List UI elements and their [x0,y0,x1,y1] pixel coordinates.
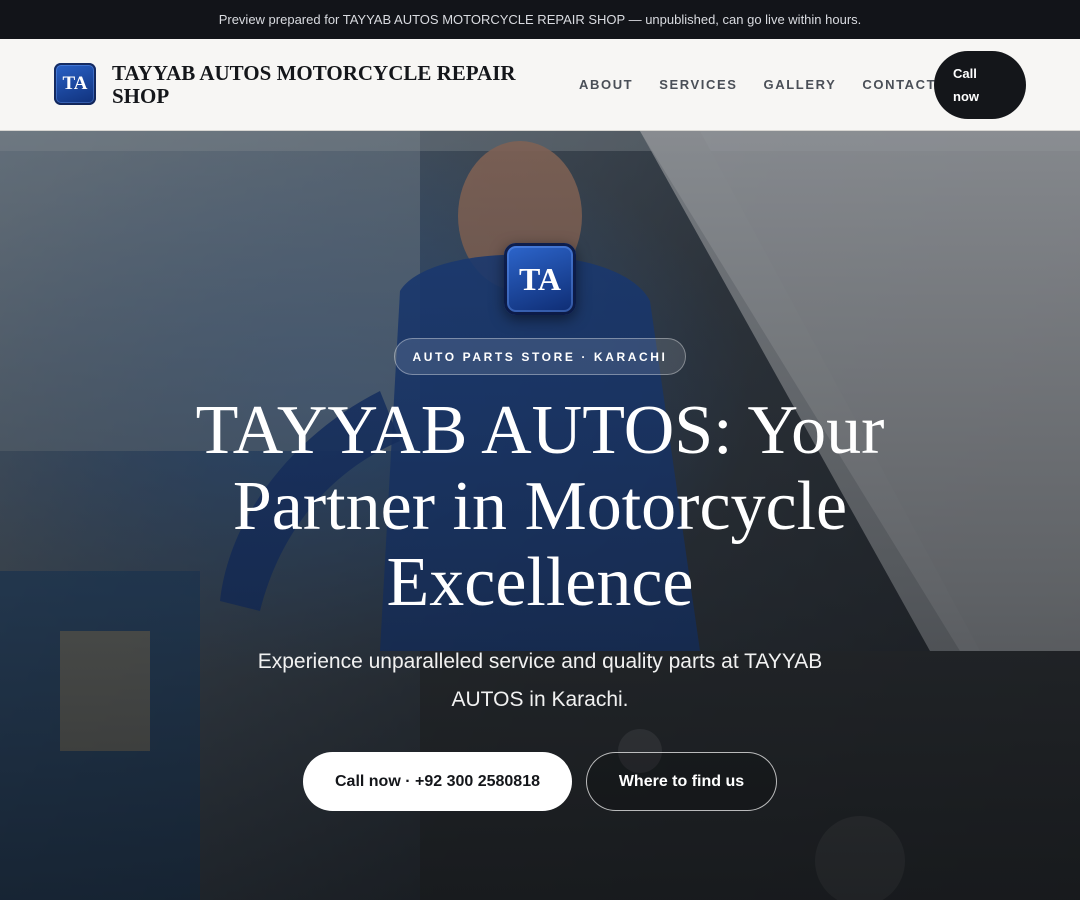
main-nav: ABOUT SERVICES GALLERY CONTACT [579,77,936,92]
hero-title: TAYYAB AUTOS: Your Partner in Motorcycle… [195,392,885,621]
category-badge: AUTO PARTS STORE · KARACHI [394,338,686,375]
where-to-find-us-button[interactable]: Where to find us [586,752,777,811]
header-call-button[interactable]: Call now [934,51,1026,119]
preview-banner-text: Preview prepared for TAYYAB AUTOS MOTORC… [218,12,862,27]
nav-services[interactable]: SERVICES [659,77,737,92]
header-call-label-line2: now [953,89,979,104]
brand-logo-initials: TA [62,73,88,94]
hero-logo-initials: TA [518,260,562,297]
hero-section: TA AUTO PARTS STORE · KARACHI TAYYAB AUT… [0,131,1080,900]
call-now-button[interactable]: Call now · +92 300 2580818 [303,752,572,811]
hero-logo: TA [504,243,576,315]
where-to-find-us-label: Where to find us [618,772,745,790]
site-header: TA TAYYAB AUTOS MOTORCYCLE REPAIR SHOP A… [0,39,1080,131]
category-badge-text: AUTO PARTS STORE · KARACHI [412,349,668,364]
hero-subtitle: Experience unparalleled service and qual… [257,650,823,711]
call-now-label: Call now · +92 300 2580818 [334,772,540,790]
nav-gallery[interactable]: GALLERY [764,77,837,92]
nav-about[interactable]: ABOUT [579,77,633,92]
header-call-label-line1: Call [953,66,977,81]
nav-contact[interactable]: CONTACT [862,77,936,92]
preview-banner: Preview prepared for TAYYAB AUTOS MOTORC… [0,0,1080,39]
brand-name[interactable]: TAYYAB AUTOS MOTORCYCLE REPAIR SHOP [112,62,562,108]
brand-logo[interactable]: TA [54,63,96,105]
